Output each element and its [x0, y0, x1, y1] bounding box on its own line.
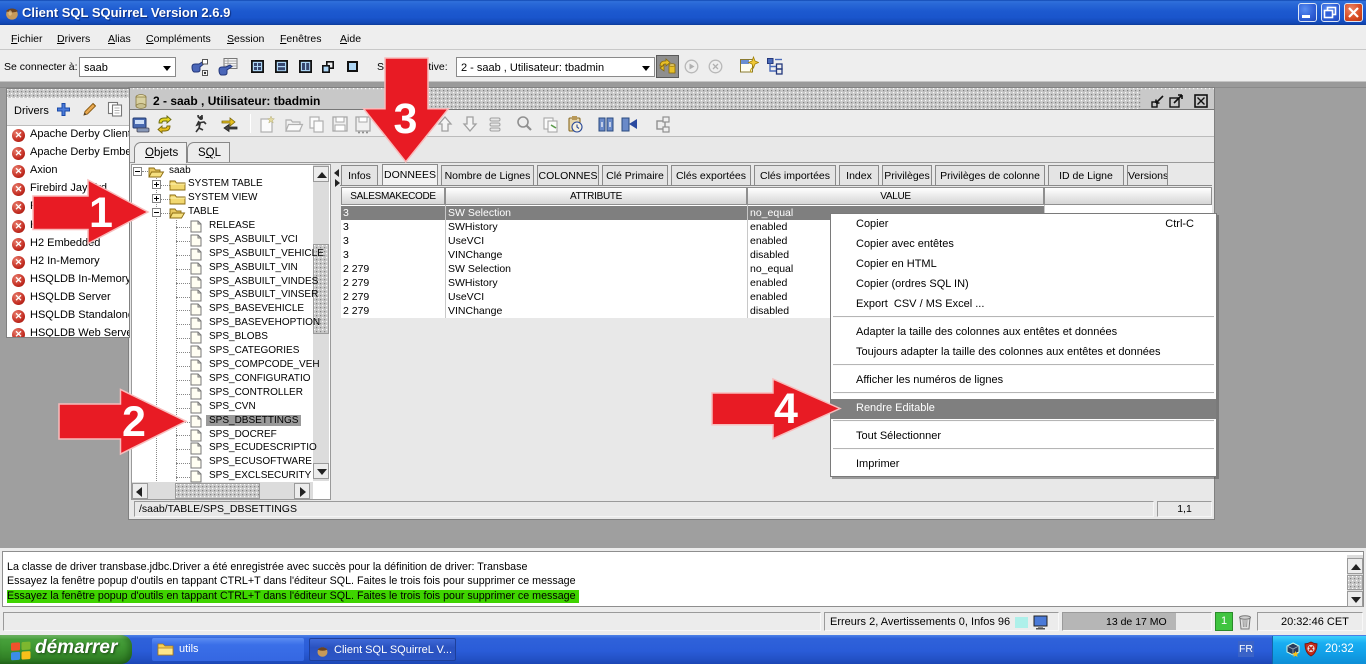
svg-text:3: 3: [394, 95, 418, 143]
svg-text:1: 1: [89, 189, 113, 237]
svg-text:2: 2: [122, 398, 146, 446]
svg-text:4: 4: [774, 385, 798, 433]
